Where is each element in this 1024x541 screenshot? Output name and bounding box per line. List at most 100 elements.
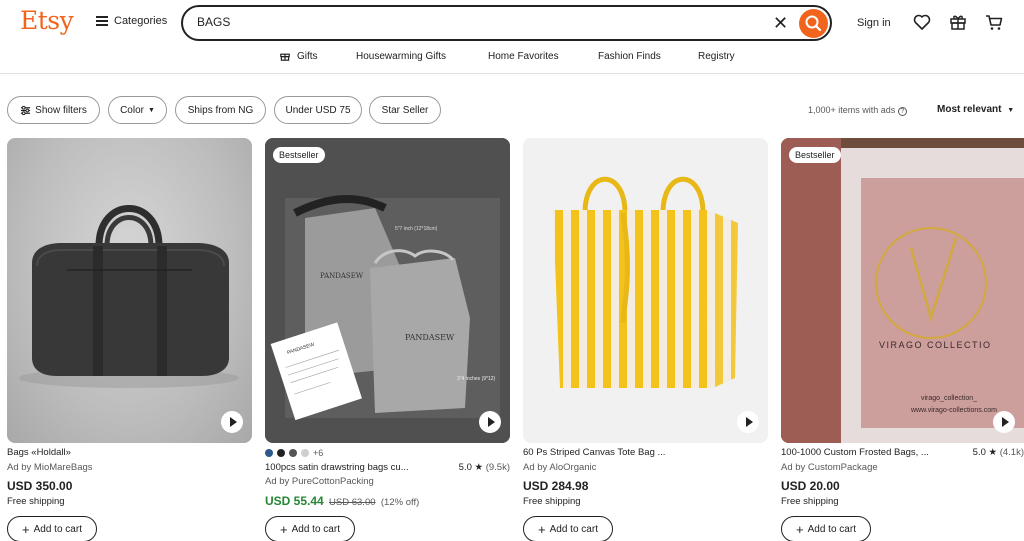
play-video-button[interactable] (221, 411, 243, 433)
product-title[interactable]: Bags «Holdall» (7, 447, 71, 458)
swatch[interactable] (301, 449, 309, 457)
chevron-down-icon: ▼ (147, 106, 155, 114)
bag-brand-print: VIRAGO COLLECTIO (879, 340, 992, 350)
product-price: USD 284.98 (523, 479, 589, 493)
plus-icon: + (538, 521, 546, 537)
header: Etsy Categories ✕ Sign in (0, 0, 1024, 46)
discount-percent: (12% off) (380, 497, 420, 508)
bestseller-badge: Bestseller (273, 147, 325, 163)
add-to-cart-button[interactable]: + Add to cart (265, 516, 355, 541)
color-filter-label: Color (120, 104, 144, 116)
star-icon: ★ (988, 447, 998, 458)
add-to-cart-button[interactable]: + Add to cart (7, 516, 97, 541)
product-title[interactable]: 60 Ps Striped Canvas Tote Bag ... (523, 447, 665, 458)
product-price: USD 55.44 USD 63.00 (12% off) (265, 494, 419, 508)
frosted-bag-image: VIRAGO COLLECTIO virago_collection_ www.… (781, 138, 1024, 443)
ad-by-shop: Ad by CustomPackage (781, 462, 878, 473)
search-input[interactable] (197, 15, 757, 29)
ships-from-label: Ships from NG (187, 104, 254, 116)
close-icon[interactable]: ✕ (773, 13, 788, 33)
subnav-registry[interactable]: Registry (698, 51, 735, 62)
search-icon (805, 15, 822, 32)
pouch-brand-print: PANDASEW (405, 333, 455, 342)
gift-icon (280, 53, 290, 61)
star-seller-label: Star Seller (381, 104, 429, 116)
product-title[interactable]: 100pcs satin drawstring bags cu... (265, 462, 409, 473)
sign-in-link[interactable]: Sign in (857, 17, 891, 29)
play-video-button[interactable] (993, 411, 1015, 433)
filter-icon (21, 105, 31, 115)
cart-icon[interactable] (984, 12, 1004, 32)
review-count: (4.1k) (999, 447, 1024, 458)
rating-value: 5.0 (458, 462, 472, 473)
show-filters-label: Show filters (35, 104, 87, 116)
subnav-housewarming-gifts[interactable]: Housewarming Gifts (356, 51, 446, 62)
bestseller-badge: Bestseller (789, 147, 841, 163)
subnav-fashion-finds[interactable]: Fashion Finds (598, 51, 661, 62)
filter-bar: Show filters Color ▼ Ships from NG Under… (0, 96, 1024, 126)
categories-label: Categories (114, 15, 168, 27)
original-price: USD 63.00 (329, 497, 376, 508)
hamburger-icon (96, 16, 108, 26)
ad-by-shop: Ad by MioMareBags (7, 462, 93, 473)
duffle-bag-image (19, 205, 239, 388)
ad-by-shop: Ad by AloOrganic (523, 462, 597, 473)
add-to-cart-label: Add to cart (807, 523, 856, 535)
product-image[interactable]: VIRAGO COLLECTIO virago_collection_ www.… (781, 138, 1024, 443)
add-to-cart-button[interactable]: + Add to cart (781, 516, 871, 541)
gift-icon[interactable] (948, 12, 968, 32)
shipping-label: Free shipping (7, 496, 65, 507)
sale-price: USD 55.44 (265, 494, 324, 508)
heart-icon[interactable] (912, 12, 932, 32)
sort-label: Most relevant (937, 104, 1002, 115)
add-to-cart-label: Add to cart (33, 523, 82, 535)
price-filter-label: Under USD 75 (285, 104, 351, 116)
etsy-logo[interactable]: Etsy (20, 6, 74, 35)
help-icon[interactable]: ? (897, 107, 907, 116)
color-swatches: +6 (265, 448, 323, 458)
product-image[interactable] (7, 138, 252, 443)
product-price: USD 20.00 (781, 479, 840, 493)
bag-handle-print: virago_collection_ (921, 395, 977, 402)
star-icon: ★ (474, 462, 484, 473)
add-to-cart-label: Add to cart (291, 523, 340, 535)
add-to-cart-label: Add to cart (549, 523, 598, 535)
product-rating: 5.0 ★ (9.5k) (459, 462, 510, 473)
color-filter[interactable]: Color ▼ (108, 96, 167, 124)
product-price: USD 350.00 (7, 479, 73, 493)
show-filters-button[interactable]: Show filters (7, 96, 100, 124)
swatch[interactable] (289, 449, 297, 457)
subnav-gifts[interactable]: Gifts (297, 51, 318, 62)
star-seller-filter[interactable]: Star Seller (369, 96, 441, 124)
more-colors-count: +6 (313, 448, 324, 458)
product-title[interactable]: 100-1000 Custom Frosted Bags, ... (781, 447, 929, 458)
subnav-home-favorites[interactable]: Home Favorites (488, 51, 559, 62)
results-count: 1,000+ items with ads ? (808, 105, 907, 116)
price-filter[interactable]: Under USD 75 (274, 96, 362, 124)
add-to-cart-button[interactable]: + Add to cart (523, 516, 613, 541)
ships-from-filter[interactable]: Ships from NG (175, 96, 266, 124)
chevron-down-icon: ▼ (1007, 107, 1015, 114)
swatch[interactable] (277, 449, 285, 457)
striped-tote-image (553, 176, 738, 388)
product-rating: 5.0 ★ (4.1k) (973, 447, 1024, 458)
review-count: (9.5k) (485, 462, 510, 473)
search-button[interactable] (799, 9, 828, 38)
sort-dropdown[interactable]: Most relevant ▼ (937, 104, 1014, 115)
shipping-label: Free shipping (523, 496, 581, 507)
play-video-button[interactable] (479, 411, 501, 433)
pouch-size-label: 5"7 inch (12*18cm) (395, 226, 438, 232)
play-video-button[interactable] (737, 411, 759, 433)
search-bar: ✕ (181, 5, 832, 41)
swatch[interactable] (265, 449, 273, 457)
sub-navigation: Gifts Housewarming Gifts Home Favorites … (0, 46, 1024, 74)
ad-by-shop: Ad by PureCottonPacking (265, 476, 374, 487)
categories-button[interactable]: Categories (96, 15, 167, 27)
shipping-label: Free shipping (781, 496, 839, 507)
product-image[interactable]: PANDASEW PANDASEW 5"7 inch (12*18cm) 3"4… (265, 138, 510, 443)
plus-icon: + (280, 521, 288, 537)
drawstring-bags-image: PANDASEW PANDASEW 5"7 inch (12*18cm) 3"4… (265, 138, 510, 443)
bag-url-print: www.virago-collections.com (910, 407, 997, 414)
product-image[interactable] (523, 138, 768, 443)
pouch-size-label: 3"4 inches (9*12) (457, 376, 496, 382)
